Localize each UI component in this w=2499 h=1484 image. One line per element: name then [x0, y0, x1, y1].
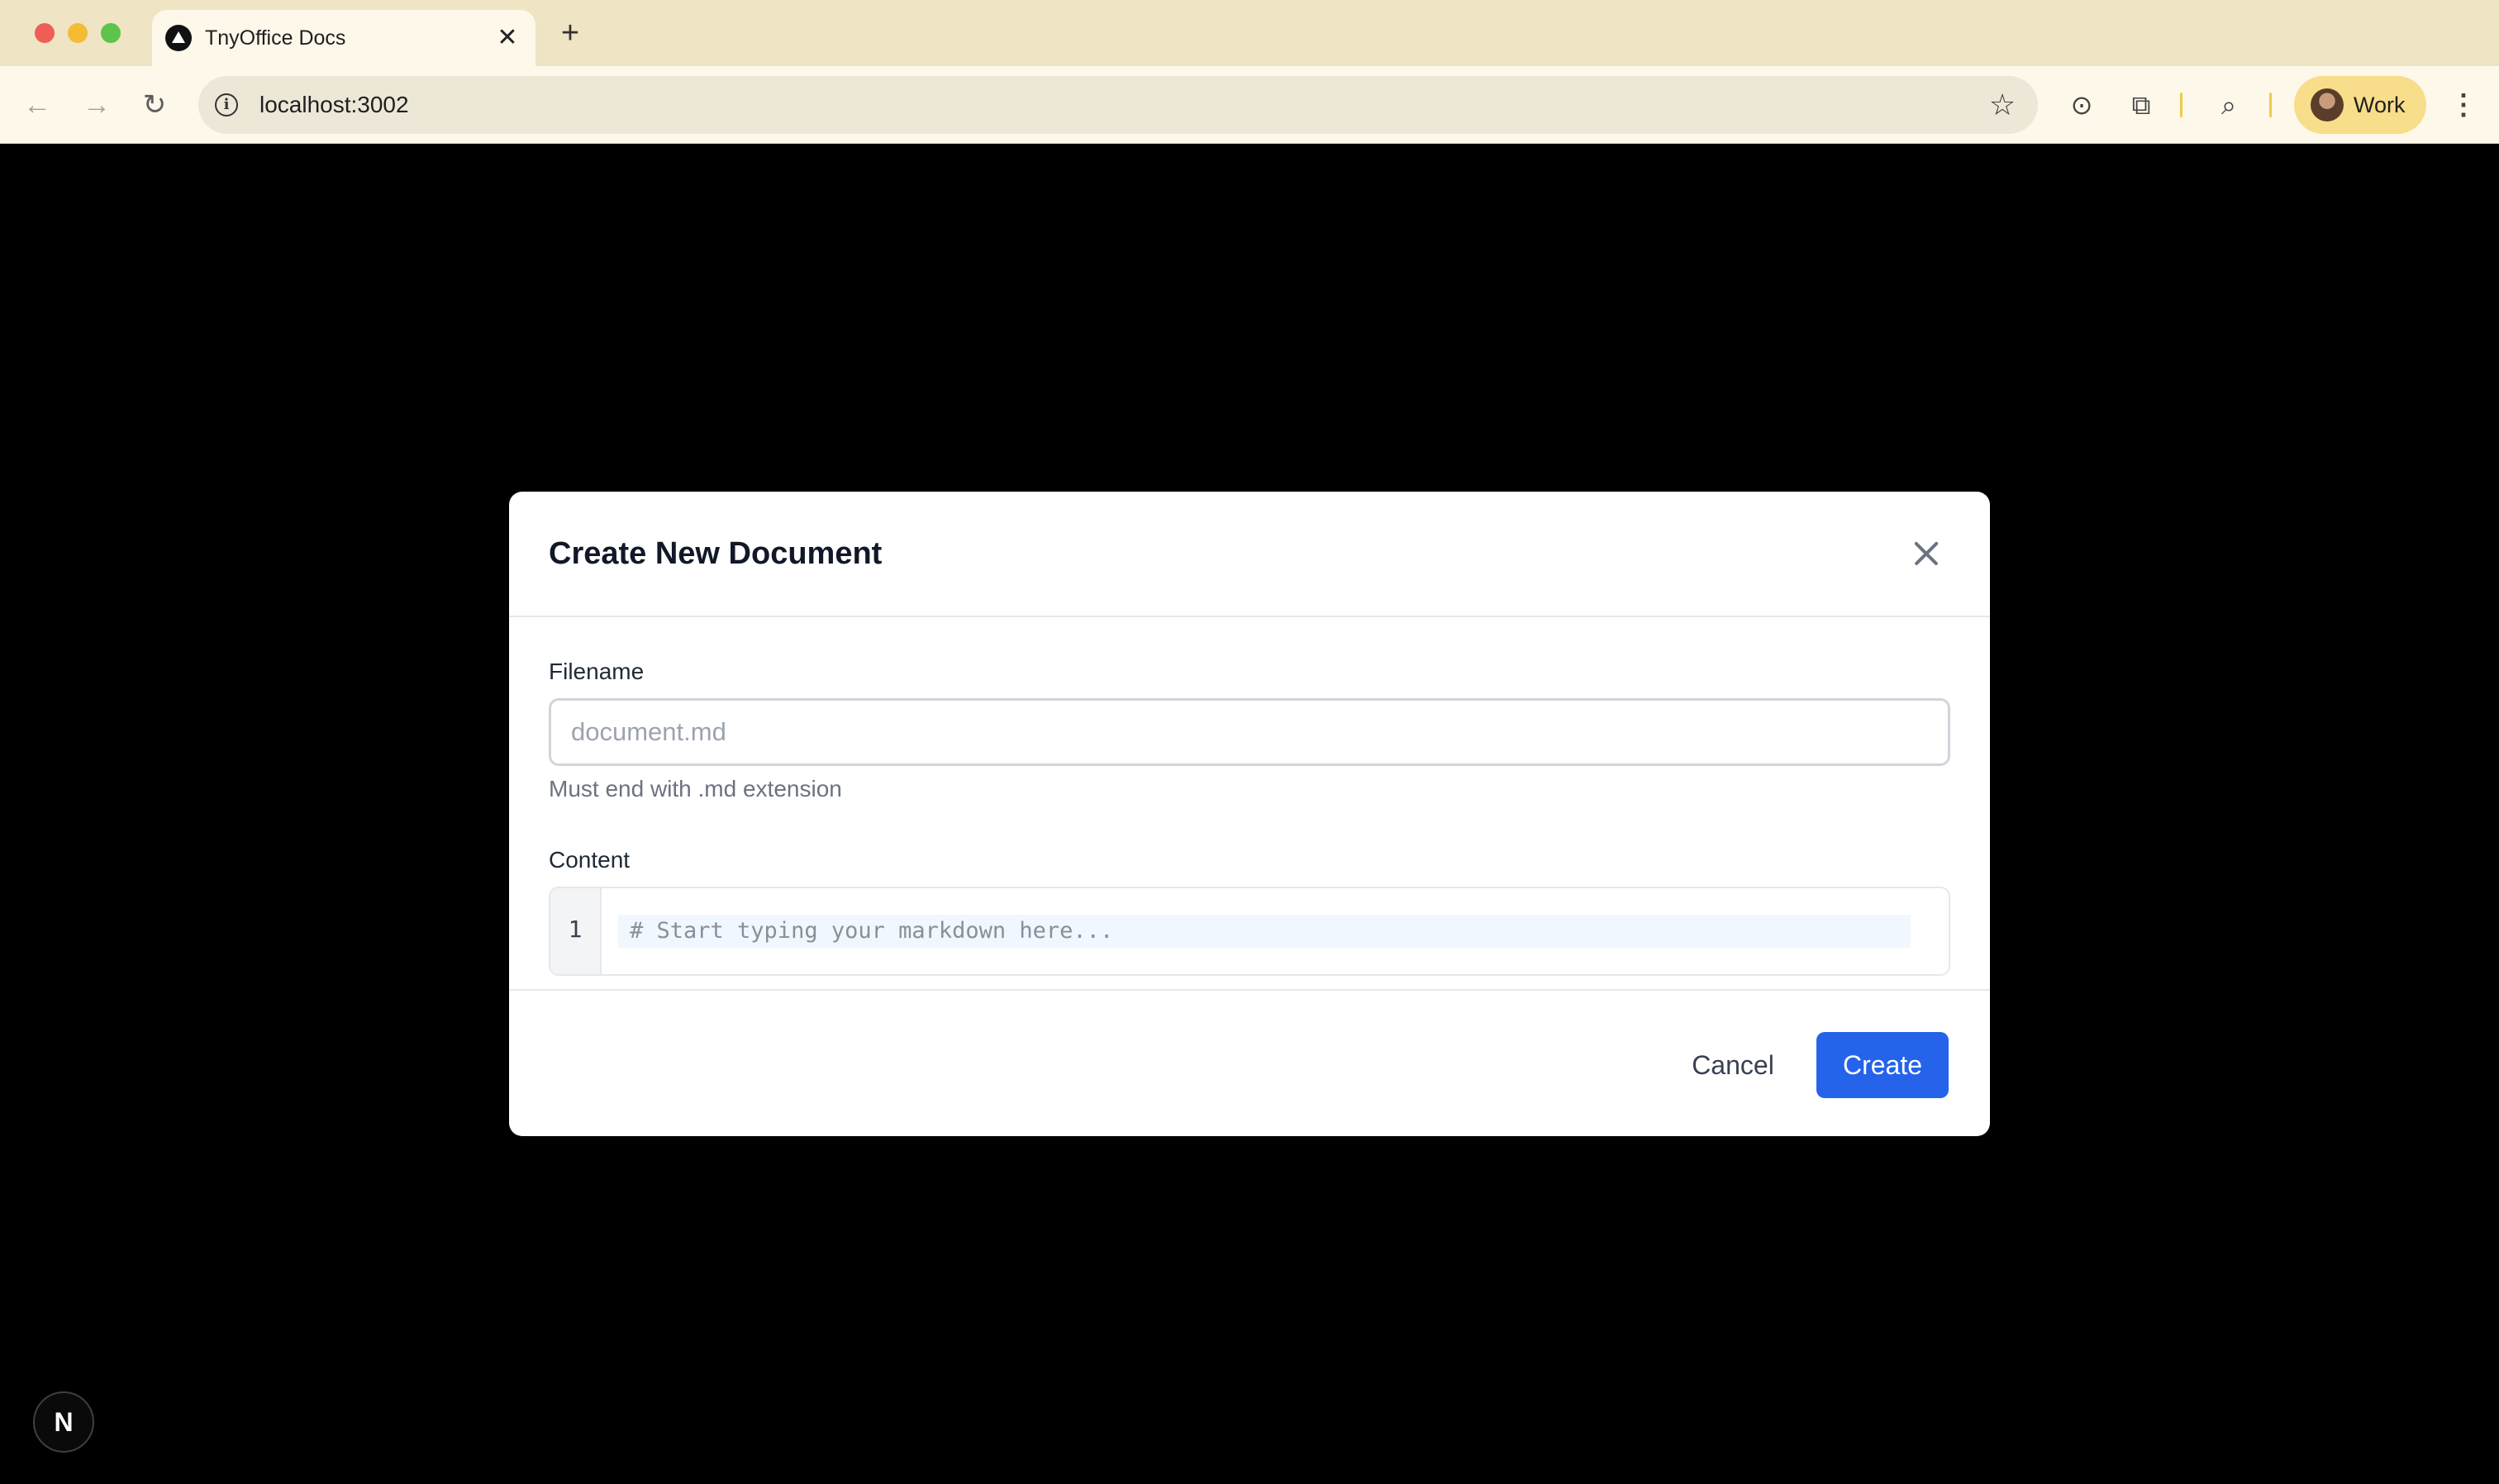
profile-button[interactable]: Work — [2294, 76, 2426, 134]
close-icon[interactable] — [1906, 533, 1947, 574]
cancel-button[interactable]: Cancel — [1681, 1032, 1785, 1098]
filename-hint: Must end with .md extension — [549, 776, 842, 801]
filename-label: Filename — [549, 659, 645, 684]
dialog-footer: Cancel Create — [509, 989, 1990, 1136]
filename-input[interactable] — [549, 698, 1950, 766]
url-text[interactable]: localhost:3002 — [259, 76, 409, 134]
window-close-button[interactable] — [35, 23, 55, 43]
toolbar-divider — [2180, 93, 2182, 117]
back-button[interactable]: ← — [17, 84, 58, 126]
info-icon[interactable]: i — [215, 93, 238, 117]
window-zoom-button[interactable] — [101, 23, 121, 43]
forward-button[interactable]: → — [76, 84, 117, 126]
favicon-icon — [165, 25, 192, 51]
search-tab-icon[interactable]: ⌕ — [2208, 84, 2249, 126]
tab-title: TnyOffice Docs — [205, 26, 346, 50]
address-bar[interactable]: i localhost:3002 ☆ — [198, 76, 2038, 134]
toolbar-divider — [2269, 93, 2272, 117]
window-minimize-button[interactable] — [68, 23, 88, 43]
extensions-puzzle-icon[interactable]: ⧉ — [2121, 84, 2162, 126]
create-button[interactable]: Create — [1816, 1032, 1949, 1098]
avatar — [2311, 88, 2344, 121]
browser-tab[interactable]: TnyOffice Docs ✕ — [152, 10, 536, 66]
nextjs-dev-indicator[interactable]: N — [33, 1391, 94, 1453]
dialog-header: Create New Document — [509, 492, 1990, 617]
new-tab-button[interactable]: + — [552, 15, 588, 51]
editor-placeholder[interactable]: # Start typing your markdown here... — [630, 916, 1113, 946]
tab-close-icon[interactable]: ✕ — [493, 23, 522, 53]
line-number: 1 — [568, 916, 583, 943]
line-gutter: 1 — [550, 888, 602, 974]
bookmark-star-icon[interactable]: ☆ — [1985, 88, 2020, 122]
browser-tab-bar: TnyOffice Docs ✕ + — [0, 0, 2499, 66]
kebab-menu-icon[interactable]: ⋮ — [2443, 84, 2484, 126]
markdown-editor[interactable]: 1 # Start typing your markdown here... — [549, 887, 1950, 976]
dialog-title: Create New Document — [549, 536, 883, 571]
password-manager-icon[interactable]: ⊙ — [2061, 84, 2102, 126]
browser-toolbar: ← → ↻ i localhost:3002 ☆ ⊙ ⧉ ⌕ Work ⋮ — [0, 66, 2499, 144]
profile-label: Work — [2354, 93, 2406, 117]
create-document-dialog: Create New Document Filename Must end wi… — [509, 492, 1990, 1136]
content-label: Content — [549, 847, 631, 873]
reload-button[interactable]: ↻ — [134, 84, 175, 126]
